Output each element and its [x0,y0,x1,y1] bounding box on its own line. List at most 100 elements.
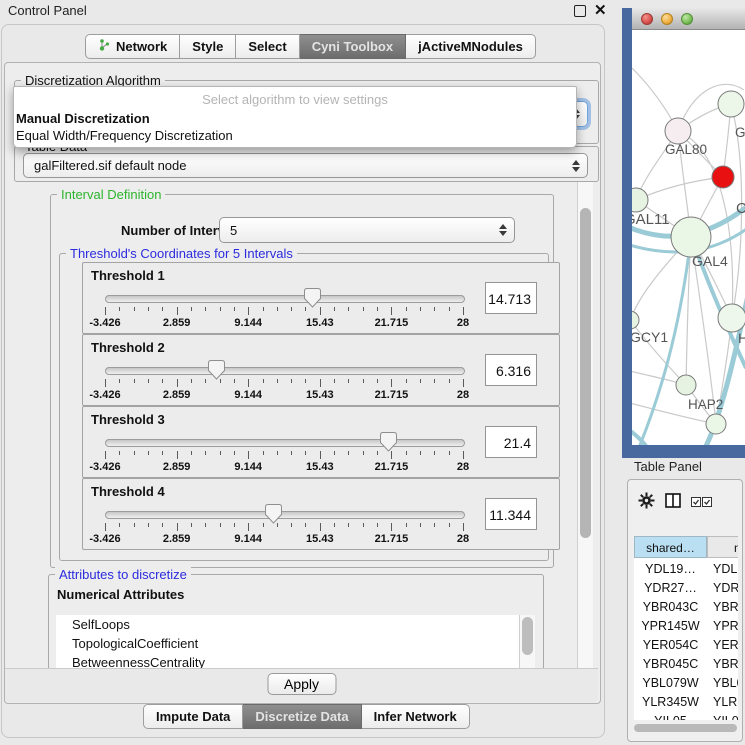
network-icon [98,38,111,55]
node-gal80[interactable] [665,118,691,144]
close-traffic-light-icon[interactable] [641,13,653,25]
cell[interactable]: YIL0 [713,712,738,720]
gear-icon[interactable] [638,492,655,512]
list-item[interactable]: TopologicalCoefficient [56,634,535,653]
cell[interactable]: YBR045C [634,655,707,674]
scrollbar-thumb[interactable] [522,617,533,655]
column-header-shared-name[interactable]: shared… [634,536,707,558]
table-row[interactable]: YBR043C YBR0 [634,598,738,617]
node-hap2[interactable] [676,375,696,395]
table-row[interactable]: YDL19… YDL1 [634,560,738,579]
cell[interactable]: YPR1 [713,617,738,636]
threshold-4-value-field[interactable]: 11.344 [485,498,537,530]
scrollbar-thumb[interactable] [580,208,591,538]
control-panel-titlebar: Control Panel ✕ [0,0,617,22]
cell[interactable]: YER054C [634,636,707,655]
tab-jactivemnodules-label: jActiveMNodules [418,39,523,54]
threshold-1-label: Threshold 1 [91,268,165,283]
cell[interactable]: YDL19… [634,560,707,579]
node-h[interactable] [718,304,745,332]
minimize-traffic-light-icon[interactable] [661,13,673,25]
tab-style[interactable]: Style [180,34,236,59]
node-gal4[interactable] [671,217,711,257]
close-icon[interactable]: ✕ [594,1,607,19]
threshold-2-value-field[interactable]: 6.316 [485,354,537,386]
algorithm-option-manual[interactable]: Manual Discretization [14,110,576,127]
table-row[interactable]: YER054C YER0 [634,636,738,655]
zoom-traffic-light-icon[interactable] [681,13,693,25]
tab-infer-network[interactable]: Infer Network [362,704,470,729]
panel-scrollbar [577,182,593,668]
table-row[interactable]: YLR345W YLR3 [634,693,738,712]
attributes-group: Attributes to discretize Numerical Attri… [48,574,544,668]
tab-jactivemnodules[interactable]: jActiveMNodules [406,34,536,59]
node-label: GAL4 [692,253,728,269]
tab-select[interactable]: Select [236,34,299,59]
slider-tick-labels: -3.4262.8599.14415.4321.71528 [105,461,463,473]
slider-thumb[interactable] [304,288,321,308]
column-header-name[interactable]: n [707,536,738,558]
cell[interactable]: YBR043C [634,598,707,617]
slider-track[interactable] [105,439,465,447]
cell[interactable]: YBR0 [713,598,738,617]
node-partial-bottom[interactable] [706,414,726,434]
slider-thumb[interactable] [208,360,225,380]
algorithm-popup-hint: Select algorithm to view settings [14,87,576,110]
slider-ticks [105,379,463,388]
table-data-combobox[interactable]: galFiltered.sif default node [23,153,588,178]
list-item[interactable]: BetweennessCentrality [56,653,535,668]
cell[interactable]: YIL05 [634,712,707,720]
slider-thumb[interactable] [265,504,282,524]
node-table: shared… n YDL19…YDL1 YDR27…YDR2 YBR043CY… [634,536,738,720]
table-row[interactable]: YBL079W YBL0 [634,674,738,693]
tab-cyni-toolbox[interactable]: Cyni Toolbox [300,34,406,59]
node-gcy1[interactable] [632,311,639,329]
tab-discretize-data[interactable]: Discretize Data [243,704,361,729]
cell[interactable]: YBL0 [713,674,738,693]
cell[interactable]: YDR27… [634,579,707,598]
float-window-icon[interactable] [574,5,586,17]
numerical-attributes-label: Numerical Attributes [57,587,184,602]
threshold-1-value-field[interactable]: 14.713 [485,282,537,314]
table-row[interactable]: YIL05 YIL0 [634,712,738,720]
tab-discretize-data-label: Discretize Data [255,709,348,724]
cell[interactable]: YLR345W [634,693,707,712]
tab-impute-data[interactable]: Impute Data [143,704,243,729]
checkbox-columns-icon[interactable] [691,495,712,510]
table-row[interactable]: YBR045C YBR0 [634,655,738,674]
cell[interactable]: YBL079W [634,674,707,693]
threshold-3-value-field[interactable]: 21.4 [485,426,537,458]
number-of-intervals-combobox[interactable]: 5 [219,217,515,243]
list-item[interactable]: SelfLoops [56,615,535,634]
threshold-2-slider: -3.4262.8599.14415.4321.71528 [105,365,463,399]
threshold-1-slider: -3.4262.8599.14415.4321.71528 [105,293,463,327]
cell[interactable]: YER0 [713,636,738,655]
apply-button[interactable]: Apply [267,673,336,695]
split-panel-icon[interactable] [665,493,681,511]
cell[interactable]: YBR0 [713,655,738,674]
threshold-2-panel: Threshold 2 -3.4262.8599.14415.4321.7152… [82,334,560,406]
slider-track[interactable] [105,295,465,303]
node-red-selected[interactable] [712,166,734,188]
slider-thumb[interactable] [380,432,397,452]
threshold-3-slider: -3.4262.8599.14415.4321.71528 [105,437,463,471]
table-row[interactable]: YPR145W YPR1 [634,617,738,636]
cell[interactable]: YLR3 [713,693,738,712]
cell[interactable]: YDL1 [713,560,738,579]
slider-track[interactable] [105,367,465,375]
table-row[interactable]: YDR27… YDR2 [634,579,738,598]
algorithm-option-equal-width[interactable]: Equal Width/Frequency Discretization [14,127,576,144]
node-label: C [736,200,745,217]
network-window-frame [622,445,745,458]
slider-ticks [105,451,463,460]
slider-track[interactable] [105,511,465,519]
cell[interactable]: YDR2 [713,579,738,598]
network-window-titlebar[interactable] [632,8,745,30]
scrollbar-thumb[interactable] [634,724,737,732]
tab-network[interactable]: Network [85,34,180,59]
node-gal11[interactable] [632,188,648,212]
cell[interactable]: YPR145W [634,617,707,636]
node-partial-top-right[interactable] [718,91,744,117]
table-data-group: Table Data galFiltered.sif default node [14,146,599,182]
network-canvas[interactable]: GAL80 G. C GAL11 GAL4 GCY1 H HAP2 [632,30,745,445]
